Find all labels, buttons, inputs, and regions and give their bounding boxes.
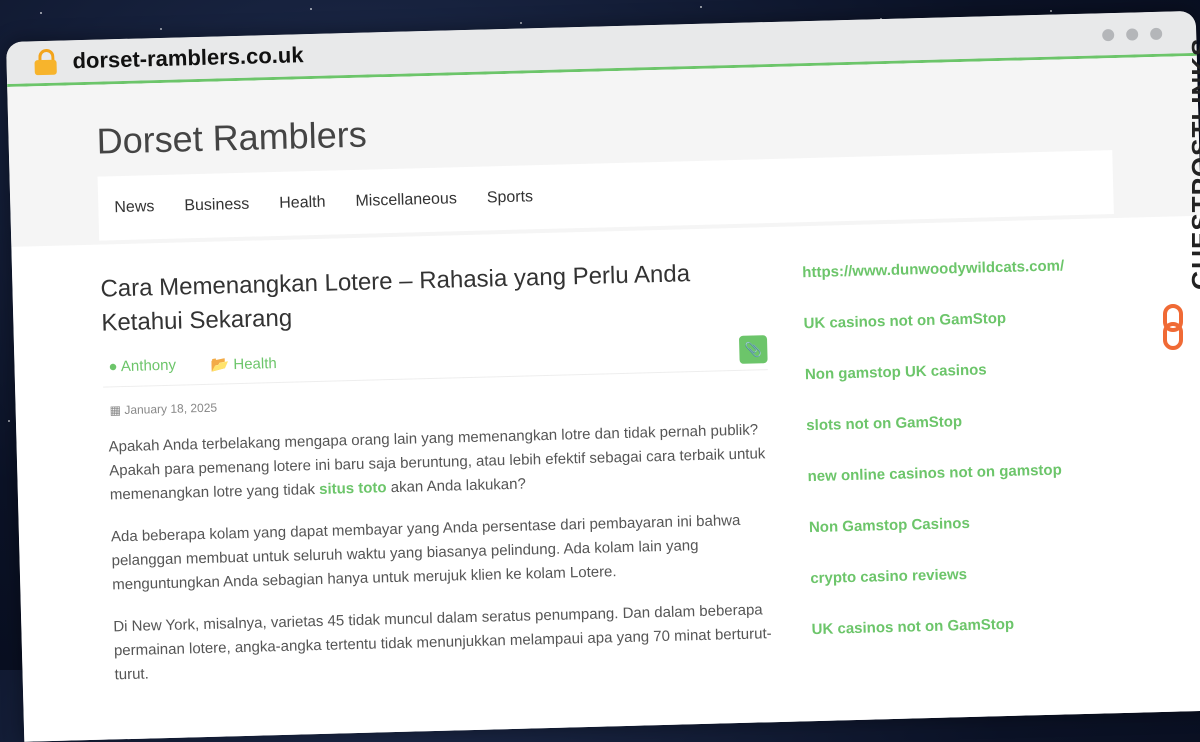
paperclip-icon: 📎 <box>744 341 763 358</box>
sidebar-link[interactable]: Non Gamstop Casinos <box>809 511 1109 536</box>
sidebar-link[interactable]: Non gamstop UK casinos <box>805 358 1105 383</box>
watermark-text: GUESTPOSTLINKS <box>1186 37 1200 290</box>
chain-link-icon <box>1163 304 1183 350</box>
guestpostlinks-watermark: GUESTPOSTLINKS <box>1156 38 1200 360</box>
nav-item-health[interactable]: Health <box>279 194 326 213</box>
category-name: Health <box>233 355 277 374</box>
category-link[interactable]: 📂 Health <box>210 354 277 374</box>
paragraph-text: akan Anda lakukan? <box>386 475 527 497</box>
sidebar-link[interactable]: new online casinos not on gamstop <box>807 460 1107 486</box>
calendar-icon: ▦ <box>109 403 122 418</box>
author-name: Anthony <box>120 356 177 376</box>
article-paragraph: Ada beberapa kolam yang dapat membayar y… <box>110 511 741 594</box>
post-date: ▦ January 18, 2025 <box>103 386 768 418</box>
sidebar-link[interactable]: crypto casino reviews <box>810 562 1110 587</box>
article-paragraph: Di New York, misalnya, varietas 45 tidak… <box>113 601 772 684</box>
post-date-text: January 18, 2025 <box>124 400 218 418</box>
sidebar-links: https://www.dunwoodywildcats.com/ UK cas… <box>802 256 1113 672</box>
main-content: Cara Memenangkan Lotere – Rahasia yang P… <box>11 215 1200 742</box>
site-title[interactable]: Dorset Ramblers <box>96 114 367 163</box>
site-header: Dorset Ramblers News Business Health Mis… <box>7 55 1200 247</box>
window-dot-icon[interactable] <box>1126 28 1139 41</box>
article-paragraph: Apakah Anda terbelakang mengapa orang la… <box>108 418 771 507</box>
author-link[interactable]: ● Anthony <box>108 357 176 376</box>
folder-icon: 📂 <box>210 356 230 374</box>
nav-item-news[interactable]: News <box>114 198 154 217</box>
nav-item-sports[interactable]: Sports <box>487 188 534 207</box>
situs-toto-link[interactable]: situs toto <box>319 479 387 498</box>
sidebar-link[interactable]: UK casinos not on GamStop <box>811 613 1111 638</box>
user-icon: ● <box>108 358 118 376</box>
window-dot-icon[interactable] <box>1150 27 1163 41</box>
lock-icon <box>34 48 57 76</box>
article-meta: ● Anthony 📂 Health 📎 <box>102 335 768 388</box>
address-bar-url[interactable]: dorset-ramblers.co.uk <box>72 42 304 74</box>
window-dot-icon[interactable] <box>1102 28 1115 42</box>
article-title[interactable]: Cara Memenangkan Lotere – Rahasia yang P… <box>100 255 767 340</box>
sidebar-link[interactable]: UK casinos not on GamStop <box>803 307 1103 332</box>
sidebar-link[interactable]: slots not on GamStop <box>806 409 1106 434</box>
nav-item-miscellaneous[interactable]: Miscellaneous <box>355 190 457 211</box>
browser-window: dorset-ramblers.co.uk Dorset Ramblers Ne… <box>6 10 1200 742</box>
sidebar-link[interactable]: https://www.dunwoodywildcats.com/ <box>802 256 1102 281</box>
permalink-button[interactable]: 📎 <box>738 335 768 364</box>
window-controls <box>1102 27 1163 42</box>
article: Cara Memenangkan Lotere – Rahasia yang P… <box>100 255 776 687</box>
nav-item-business[interactable]: Business <box>184 196 249 216</box>
